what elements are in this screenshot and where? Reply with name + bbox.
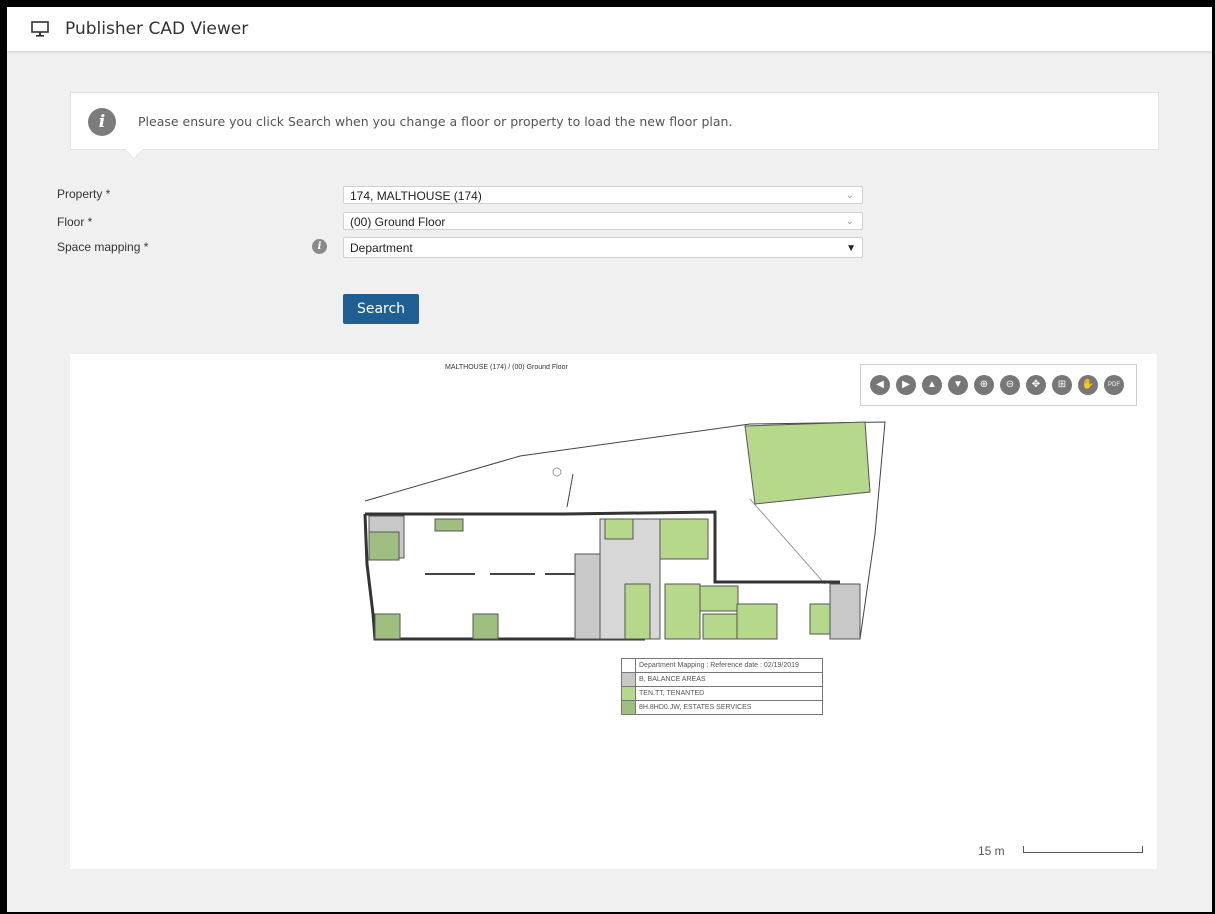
tenant-area — [809, 603, 831, 635]
extent-icon[interactable]: ⊞ — [1052, 375, 1072, 395]
tenant-area — [664, 583, 701, 640]
space-mapping-info-icon[interactable]: i — [312, 239, 327, 254]
info-message: Please ensure you click Search when you … — [138, 114, 733, 129]
plan-title: MALTHOUSE (174) / (00) Ground Floor — [445, 364, 568, 371]
space-mapping-select[interactable]: Department ▼ — [343, 237, 863, 258]
legend-header: Department Mapping : Reference date : 02… — [622, 659, 822, 673]
legend-header-text: Department Mapping : Reference date : 02… — [639, 662, 799, 669]
banner-tail-fill — [125, 149, 143, 158]
cad-viewer[interactable]: MALTHOUSE (174) / (00) Ground Floor ◀ ▶ … — [70, 354, 1157, 869]
estates-area — [472, 613, 499, 640]
floor-value: (00) Ground Floor — [350, 215, 446, 229]
scale-label: 15 m — [978, 844, 1005, 858]
floor-plan[interactable] — [355, 404, 915, 654]
info-banner: i Please ensure you click Search when yo… — [70, 92, 1159, 159]
chevron-down-icon: ⌄ — [845, 190, 854, 201]
legend-swatch — [622, 673, 636, 686]
legend-label: B, BALANCE AREAS — [639, 676, 706, 683]
pan-right-icon[interactable]: ▶ — [896, 375, 916, 395]
app-header: Publisher CAD Viewer — [7, 7, 1212, 52]
app-frame: Publisher CAD Viewer i Please ensure you… — [7, 7, 1212, 912]
pdf-icon[interactable]: PDF — [1104, 375, 1124, 395]
estates-area — [434, 518, 464, 532]
tenant-area — [702, 613, 738, 640]
pan-left-icon[interactable]: ◀ — [870, 375, 890, 395]
space-mapping-value: Department — [350, 241, 413, 255]
monitor-icon — [31, 21, 49, 37]
dropdown-arrow-icon: ▼ — [846, 243, 856, 254]
tenant-area — [659, 518, 709, 560]
chevron-down-icon: ⌄ — [845, 216, 854, 227]
floor-select[interactable]: (00) Ground Floor ⌄ — [343, 212, 863, 230]
zoom-out-icon[interactable]: ⊖ — [1000, 375, 1020, 395]
tenant-area — [744, 421, 871, 505]
search-button[interactable]: Search — [343, 294, 419, 324]
legend-swatch — [622, 687, 636, 700]
legend-item: 8H.8HD0.JW, ESTATES SERVICES — [622, 701, 822, 714]
pan-down-icon[interactable]: ▼ — [948, 375, 968, 395]
hand-icon[interactable]: ✋ — [1078, 375, 1098, 395]
legend-item: B, BALANCE AREAS — [622, 673, 822, 687]
floor-label: Floor * — [57, 215, 93, 229]
estates-area — [374, 613, 401, 640]
tenant-area — [604, 518, 634, 540]
space-mapping-label: Space mapping * — [57, 240, 149, 254]
info-icon: i — [88, 108, 116, 136]
viewer-toolbar: ◀ ▶ ▲ ▼ ⊕ ⊖ ✥ ⊞ ✋ PDF — [860, 364, 1137, 406]
property-label: Property * — [57, 187, 111, 201]
boundary-line — [566, 473, 574, 508]
balance-area — [829, 583, 861, 640]
property-value: 174, MALTHOUSE (174) — [350, 189, 482, 203]
legend-item: TEN.TT, TENANTED — [622, 687, 822, 701]
plan-legend: Department Mapping : Reference date : 02… — [621, 658, 823, 715]
pan-up-icon[interactable]: ▲ — [922, 375, 942, 395]
legend-swatch — [622, 701, 636, 714]
boundary-line — [749, 498, 826, 585]
property-select[interactable]: 174, MALTHOUSE (174) ⌄ — [343, 186, 863, 204]
tenant-area — [624, 583, 651, 640]
legend-label: TEN.TT, TENANTED — [639, 690, 705, 697]
tenant-area — [736, 603, 778, 640]
fit-icon[interactable]: ✥ — [1026, 375, 1046, 395]
app-title: Publisher CAD Viewer — [65, 19, 249, 39]
legend-swatch — [622, 659, 636, 672]
scale-bar — [1023, 846, 1143, 853]
zoom-in-icon[interactable]: ⊕ — [974, 375, 994, 395]
plan-marker — [552, 467, 562, 477]
legend-label: 8H.8HD0.JW, ESTATES SERVICES — [639, 704, 752, 711]
tenant-area — [699, 585, 739, 612]
estates-area — [368, 531, 400, 561]
